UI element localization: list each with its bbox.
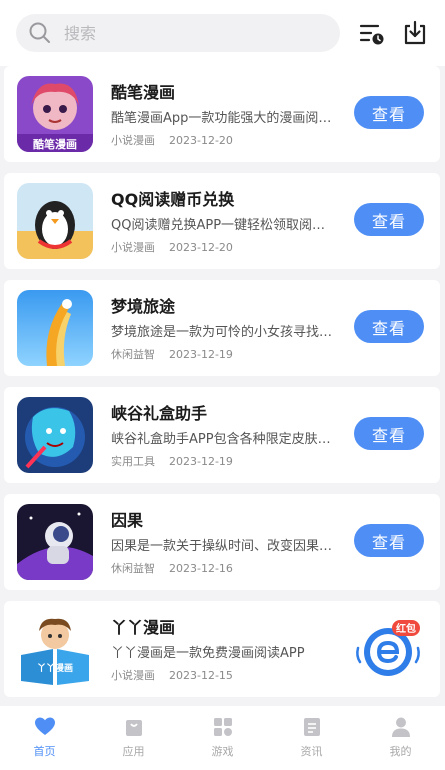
girl-book-thumbnail: 丫丫漫画 xyxy=(17,611,93,687)
app-category: 小说漫画 xyxy=(111,669,155,682)
nav-label: 资讯 xyxy=(300,745,323,758)
app-description: 因果是一款关于操纵时间、改变因果的游戏 xyxy=(111,539,337,554)
app-meta: 小说漫画 2023-12-20 xyxy=(111,239,233,255)
search-icon xyxy=(29,22,50,43)
anime-girl-thumbnail: 酷笔漫画 xyxy=(17,76,93,152)
view-button[interactable]: 查看 xyxy=(354,203,424,236)
ramp-thumbnail xyxy=(17,290,93,366)
app-date: 2023-12-15 xyxy=(169,669,233,682)
app-category: 小说漫画 xyxy=(111,241,155,254)
list-item[interactable]: 梦境旅途 梦境旅途是一款为可怜的小女孩寻找出路的游戏 休闲益智 2023-12-1… xyxy=(4,280,440,376)
app-meta: 小说漫画 2023-12-20 xyxy=(111,132,233,148)
astronaut-thumbnail xyxy=(17,504,93,580)
app-category: 休闲益智 xyxy=(111,348,155,361)
grid-icon xyxy=(213,718,232,736)
app-title: 丫丫漫画 xyxy=(111,618,176,637)
top-bar xyxy=(0,0,445,66)
app-category: 实用工具 xyxy=(111,455,155,468)
app-date: 2023-12-19 xyxy=(169,348,233,361)
app-title: 梦境旅途 xyxy=(111,297,176,316)
app-title: 因果 xyxy=(111,511,144,530)
app-meta: 小说漫画 2023-12-15 xyxy=(111,667,233,683)
nav-item-profile[interactable]: 我的 xyxy=(356,706,445,770)
list-item[interactable]: 因果 因果是一款关于操纵时间、改变因果的游戏 休闲益智 2023-12-16 查看 xyxy=(4,494,440,590)
app-description: 梦境旅途是一款为可怜的小女孩寻找出路的游戏 xyxy=(111,325,337,340)
app-bag-icon xyxy=(125,720,142,736)
view-button[interactable]: 查看 xyxy=(354,524,424,557)
bottom-nav: 首页 应用 游戏 资讯 我的 xyxy=(0,706,445,770)
list-item[interactable]: QQ阅读赠币兑换 QQ阅读赠兑换APP一键轻松领取阅读赠币 小说漫画 2023-1… xyxy=(4,173,440,269)
red-packet-badge[interactable]: 红包 xyxy=(354,618,422,682)
app-description: 酷笔漫画App一款功能强大的漫画阅读工具 xyxy=(111,111,337,126)
user-icon xyxy=(391,717,410,737)
heart-home-icon xyxy=(34,717,55,735)
search-bar[interactable] xyxy=(16,14,340,52)
view-button[interactable]: 查看 xyxy=(354,417,424,450)
hero-thumbnail xyxy=(17,397,93,473)
app-category: 小说漫画 xyxy=(111,134,155,147)
thumbnail-caption: 酷笔漫画 xyxy=(33,137,77,151)
app-title: QQ阅读赠币兑换 xyxy=(111,190,235,209)
app-title: 酷笔漫画 xyxy=(111,83,176,102)
app-description: 丫丫漫画是一款免费漫画阅读APP xyxy=(111,646,305,661)
nav-item-home[interactable]: 首页 xyxy=(0,706,89,770)
app-meta: 休闲益智 2023-12-16 xyxy=(111,560,233,576)
nav-item-games[interactable]: 游戏 xyxy=(178,706,267,770)
search-input[interactable] xyxy=(64,23,304,43)
nav-label: 游戏 xyxy=(211,745,234,758)
app-date: 2023-12-20 xyxy=(169,241,233,254)
thumbnail-caption: 丫丫漫画 xyxy=(37,662,73,674)
list-item[interactable]: 峡谷礼盒助手 峡谷礼盒助手APP包含各种限定皮肤礼盒 实用工具 2023-12-1… xyxy=(4,387,440,483)
app-title: 峡谷礼盒助手 xyxy=(111,404,208,423)
nav-label: 我的 xyxy=(389,745,412,758)
app-description: 峡谷礼盒助手APP包含各种限定皮肤礼盒 xyxy=(111,432,337,447)
penguin-thumbnail xyxy=(17,183,93,259)
red-packet-e-icon: 红包 xyxy=(356,620,420,676)
app-meta: 实用工具 2023-12-19 xyxy=(111,453,233,469)
nav-item-apps[interactable]: 应用 xyxy=(89,706,178,770)
view-button[interactable]: 查看 xyxy=(354,96,424,129)
view-button[interactable]: 查看 xyxy=(354,310,424,343)
app-date: 2023-12-20 xyxy=(169,134,233,147)
nav-item-news[interactable]: 资讯 xyxy=(267,706,356,770)
nav-label: 应用 xyxy=(122,745,145,758)
red-packet-label: 红包 xyxy=(396,622,416,635)
download-icon[interactable] xyxy=(401,19,429,47)
app-date: 2023-12-16 xyxy=(169,562,233,575)
app-description: QQ阅读赠兑换APP一键轻松领取阅读赠币 xyxy=(111,218,337,233)
app-date: 2023-12-19 xyxy=(169,455,233,468)
list-item[interactable]: 酷笔漫画 酷笔漫画 酷笔漫画App一款功能强大的漫画阅读工具 小说漫画 2023-… xyxy=(4,66,440,162)
news-icon xyxy=(303,718,320,736)
app-category: 休闲益智 xyxy=(111,562,155,575)
sort-clock-icon[interactable] xyxy=(358,20,386,48)
nav-label: 首页 xyxy=(33,745,56,758)
app-meta: 休闲益智 2023-12-19 xyxy=(111,346,233,362)
